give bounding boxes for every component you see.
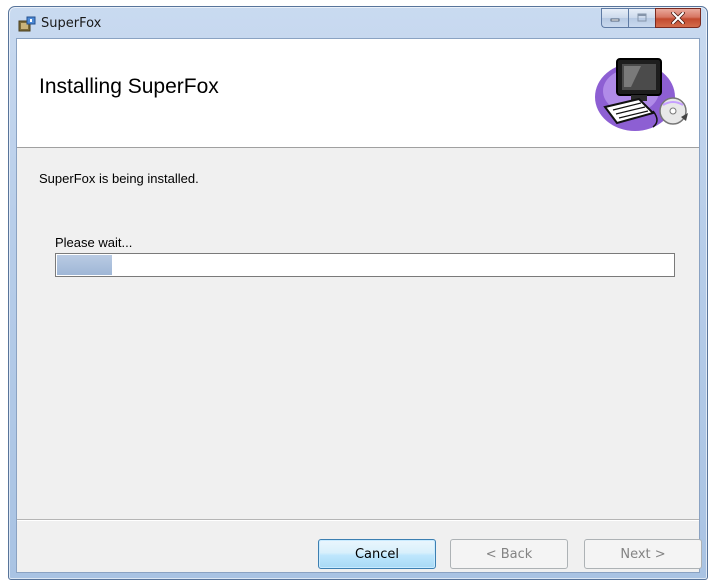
maximize-button[interactable] bbox=[628, 8, 655, 28]
minimize-icon bbox=[610, 18, 620, 22]
page-title: Installing SuperFox bbox=[39, 75, 219, 98]
install-status-text: SuperFox is being installed. bbox=[39, 171, 199, 186]
minimize-button[interactable] bbox=[601, 8, 628, 28]
progress-bar bbox=[55, 253, 675, 277]
next-button[interactable]: Next > bbox=[584, 539, 702, 569]
window-title: SuperFox bbox=[41, 16, 102, 31]
computer-install-icon bbox=[591, 51, 689, 135]
maximize-icon bbox=[637, 13, 647, 22]
please-wait-label: Please wait... bbox=[55, 235, 133, 250]
installer-app-icon bbox=[18, 16, 36, 32]
caption-buttons bbox=[601, 8, 701, 28]
close-button[interactable] bbox=[655, 8, 701, 28]
cancel-button[interactable]: Cancel bbox=[318, 539, 436, 569]
header-banner: Installing SuperFox bbox=[17, 39, 699, 148]
back-button[interactable]: < Back bbox=[450, 539, 568, 569]
close-icon bbox=[671, 12, 685, 24]
footer-separator bbox=[17, 519, 699, 521]
dialog-client-area: Installing SuperFox SuperFox is being in… bbox=[16, 38, 702, 573]
progress-bar-fill bbox=[57, 255, 112, 275]
installer-window: SuperFox Installing SuperFox SuperFox is… bbox=[8, 6, 708, 580]
title-bar[interactable]: SuperFox bbox=[9, 7, 707, 39]
